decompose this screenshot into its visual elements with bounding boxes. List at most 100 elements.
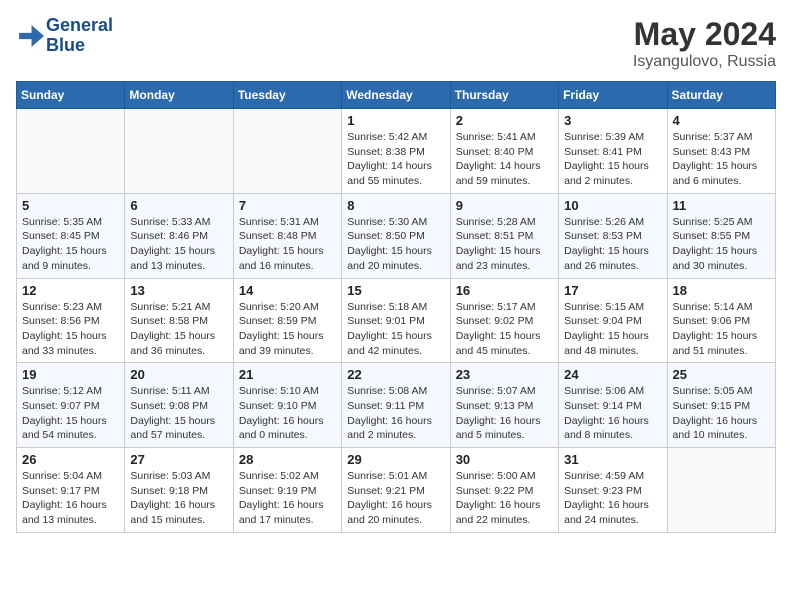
calendar-cell: 19 Sunrise: 5:12 AM Sunset: 9:07 PM Dayli…: [17, 363, 125, 448]
day-number: 9: [456, 198, 553, 213]
calendar-cell: 4Sunrise: 5:37 AM Sunset: 8:43 PM Daylig…: [667, 109, 775, 194]
day-info: Sunrise: 5:25 AM Sunset: 8:55 PM Dayligh…: [673, 215, 770, 274]
day-number: 13: [130, 283, 227, 298]
day-info: Sunrise: 5:10 AM Sunset: 9:10 PM Dayligh…: [239, 384, 336, 443]
day-info: Sunrise: 5:18 AM Sunset: 9:01 PM Dayligh…: [347, 300, 444, 359]
logo: General Blue: [16, 16, 113, 56]
day-info: Sunrise: 5:30 AM Sunset: 8:50 PM Dayligh…: [347, 215, 444, 274]
calendar-cell: 11 Sunrise: 5:25 AM Sunset: 8:55 PM Dayli…: [667, 193, 775, 278]
logo-text: General Blue: [46, 16, 113, 56]
day-number: 31: [564, 452, 661, 467]
calendar-cell: 18 Sunrise: 5:14 AM Sunset: 9:06 PM Dayli…: [667, 278, 775, 363]
day-info: Sunrise: 5:06 AM Sunset: 9:14 PM Dayligh…: [564, 384, 661, 443]
day-number: 5: [22, 198, 119, 213]
month-title: May 2024: [633, 16, 776, 53]
calendar-cell: 15 Sunrise: 5:18 AM Sunset: 9:01 PM Dayli…: [342, 278, 450, 363]
calendar-cell: 13 Sunrise: 5:21 AM Sunset: 8:58 PM Dayli…: [125, 278, 233, 363]
calendar-cell: 21 Sunrise: 5:10 AM Sunset: 9:10 PM Dayli…: [233, 363, 341, 448]
calendar-cell: 26Sunrise: 5:04 AM Sunset: 9:17 PM Dayli…: [17, 448, 125, 533]
column-header-monday: Monday: [125, 82, 233, 109]
day-info: Sunrise: 5:00 AM Sunset: 9:22 PM Dayligh…: [456, 469, 553, 528]
day-number: 16: [456, 283, 553, 298]
day-info: Sunrise: 5:14 AM Sunset: 9:06 PM Dayligh…: [673, 300, 770, 359]
column-header-tuesday: Tuesday: [233, 82, 341, 109]
day-info: Sunrise: 5:08 AM Sunset: 9:11 PM Dayligh…: [347, 384, 444, 443]
day-number: 29: [347, 452, 444, 467]
page-header: General Blue May 2024 Isyangulovo, Russi…: [16, 16, 776, 71]
day-info: Sunrise: 5:12 AM Sunset: 9:07 PM Dayligh…: [22, 384, 119, 443]
day-info: Sunrise: 5:05 AM Sunset: 9:15 PM Dayligh…: [673, 384, 770, 443]
calendar-cell: 27Sunrise: 5:03 AM Sunset: 9:18 PM Dayli…: [125, 448, 233, 533]
calendar-cell: 31 Sunrise: 4:59 AM Sunset: 9:23 PM Dayli…: [559, 448, 667, 533]
day-info: Sunrise: 5:42 AM Sunset: 8:38 PM Dayligh…: [347, 130, 444, 189]
day-number: 11: [673, 198, 770, 213]
day-number: 24: [564, 367, 661, 382]
day-number: 26: [22, 452, 119, 467]
calendar-cell: 16Sunrise: 5:17 AM Sunset: 9:02 PM Dayli…: [450, 278, 558, 363]
calendar-cell: 20 Sunrise: 5:11 AM Sunset: 9:08 PM Dayli…: [125, 363, 233, 448]
calendar-cell: 3Sunrise: 5:39 AM Sunset: 8:41 PM Daylig…: [559, 109, 667, 194]
calendar-week-1: 1 Sunrise: 5:42 AM Sunset: 8:38 PM Daylig…: [17, 109, 776, 194]
day-info: Sunrise: 5:20 AM Sunset: 8:59 PM Dayligh…: [239, 300, 336, 359]
day-info: Sunrise: 5:11 AM Sunset: 9:08 PM Dayligh…: [130, 384, 227, 443]
calendar-cell: 30 Sunrise: 5:00 AM Sunset: 9:22 PM Dayli…: [450, 448, 558, 533]
calendar-cell: 25 Sunrise: 5:05 AM Sunset: 9:15 PM Dayli…: [667, 363, 775, 448]
day-number: 22: [347, 367, 444, 382]
calendar-cell: [17, 109, 125, 194]
location: Isyangulovo, Russia: [633, 53, 776, 71]
day-info: Sunrise: 5:07 AM Sunset: 9:13 PM Dayligh…: [456, 384, 553, 443]
column-header-wednesday: Wednesday: [342, 82, 450, 109]
day-number: 28: [239, 452, 336, 467]
day-number: 21: [239, 367, 336, 382]
column-header-thursday: Thursday: [450, 82, 558, 109]
day-number: 6: [130, 198, 227, 213]
day-number: 15: [347, 283, 444, 298]
day-info: Sunrise: 5:26 AM Sunset: 8:53 PM Dayligh…: [564, 215, 661, 274]
calendar-cell: 17Sunrise: 5:15 AM Sunset: 9:04 PM Dayli…: [559, 278, 667, 363]
calendar-cell: [125, 109, 233, 194]
day-number: 18: [673, 283, 770, 298]
day-number: 12: [22, 283, 119, 298]
calendar-cell: 24 Sunrise: 5:06 AM Sunset: 9:14 PM Dayli…: [559, 363, 667, 448]
day-info: Sunrise: 5:21 AM Sunset: 8:58 PM Dayligh…: [130, 300, 227, 359]
calendar-cell: 10 Sunrise: 5:26 AM Sunset: 8:53 PM Dayli…: [559, 193, 667, 278]
day-number: 14: [239, 283, 336, 298]
calendar-cell: 9 Sunrise: 5:28 AM Sunset: 8:51 PM Daylig…: [450, 193, 558, 278]
day-info: Sunrise: 4:59 AM Sunset: 9:23 PM Dayligh…: [564, 469, 661, 528]
day-number: 25: [673, 367, 770, 382]
day-number: 4: [673, 113, 770, 128]
column-header-friday: Friday: [559, 82, 667, 109]
day-info: Sunrise: 5:35 AM Sunset: 8:45 PM Dayligh…: [22, 215, 119, 274]
calendar-cell: 6Sunrise: 5:33 AM Sunset: 8:46 PM Daylig…: [125, 193, 233, 278]
logo-icon: [16, 22, 44, 50]
calendar-cell: 12 Sunrise: 5:23 AM Sunset: 8:56 PM Dayli…: [17, 278, 125, 363]
day-number: 1: [347, 113, 444, 128]
calendar-week-4: 19 Sunrise: 5:12 AM Sunset: 9:07 PM Dayli…: [17, 363, 776, 448]
day-number: 7: [239, 198, 336, 213]
day-number: 10: [564, 198, 661, 213]
calendar-cell: 8 Sunrise: 5:30 AM Sunset: 8:50 PM Daylig…: [342, 193, 450, 278]
day-info: Sunrise: 5:28 AM Sunset: 8:51 PM Dayligh…: [456, 215, 553, 274]
calendar-header-row: SundayMondayTuesdayWednesdayThursdayFrid…: [17, 82, 776, 109]
calendar-cell: [667, 448, 775, 533]
calendar-cell: 7 Sunrise: 5:31 AM Sunset: 8:48 PM Daylig…: [233, 193, 341, 278]
calendar-cell: 28Sunrise: 5:02 AM Sunset: 9:19 PM Dayli…: [233, 448, 341, 533]
calendar-cell: 2Sunrise: 5:41 AM Sunset: 8:40 PM Daylig…: [450, 109, 558, 194]
day-info: Sunrise: 5:15 AM Sunset: 9:04 PM Dayligh…: [564, 300, 661, 359]
calendar-cell: 23Sunrise: 5:07 AM Sunset: 9:13 PM Dayli…: [450, 363, 558, 448]
calendar-cell: 1 Sunrise: 5:42 AM Sunset: 8:38 PM Daylig…: [342, 109, 450, 194]
day-number: 19: [22, 367, 119, 382]
calendar-cell: 14 Sunrise: 5:20 AM Sunset: 8:59 PM Dayli…: [233, 278, 341, 363]
calendar-week-2: 5 Sunrise: 5:35 AM Sunset: 8:45 PM Daylig…: [17, 193, 776, 278]
calendar-cell: [233, 109, 341, 194]
day-info: Sunrise: 5:39 AM Sunset: 8:41 PM Dayligh…: [564, 130, 661, 189]
day-number: 30: [456, 452, 553, 467]
calendar-cell: 22 Sunrise: 5:08 AM Sunset: 9:11 PM Dayli…: [342, 363, 450, 448]
day-info: Sunrise: 5:23 AM Sunset: 8:56 PM Dayligh…: [22, 300, 119, 359]
column-header-saturday: Saturday: [667, 82, 775, 109]
day-info: Sunrise: 5:41 AM Sunset: 8:40 PM Dayligh…: [456, 130, 553, 189]
day-number: 27: [130, 452, 227, 467]
day-info: Sunrise: 5:31 AM Sunset: 8:48 PM Dayligh…: [239, 215, 336, 274]
day-number: 8: [347, 198, 444, 213]
day-number: 20: [130, 367, 227, 382]
